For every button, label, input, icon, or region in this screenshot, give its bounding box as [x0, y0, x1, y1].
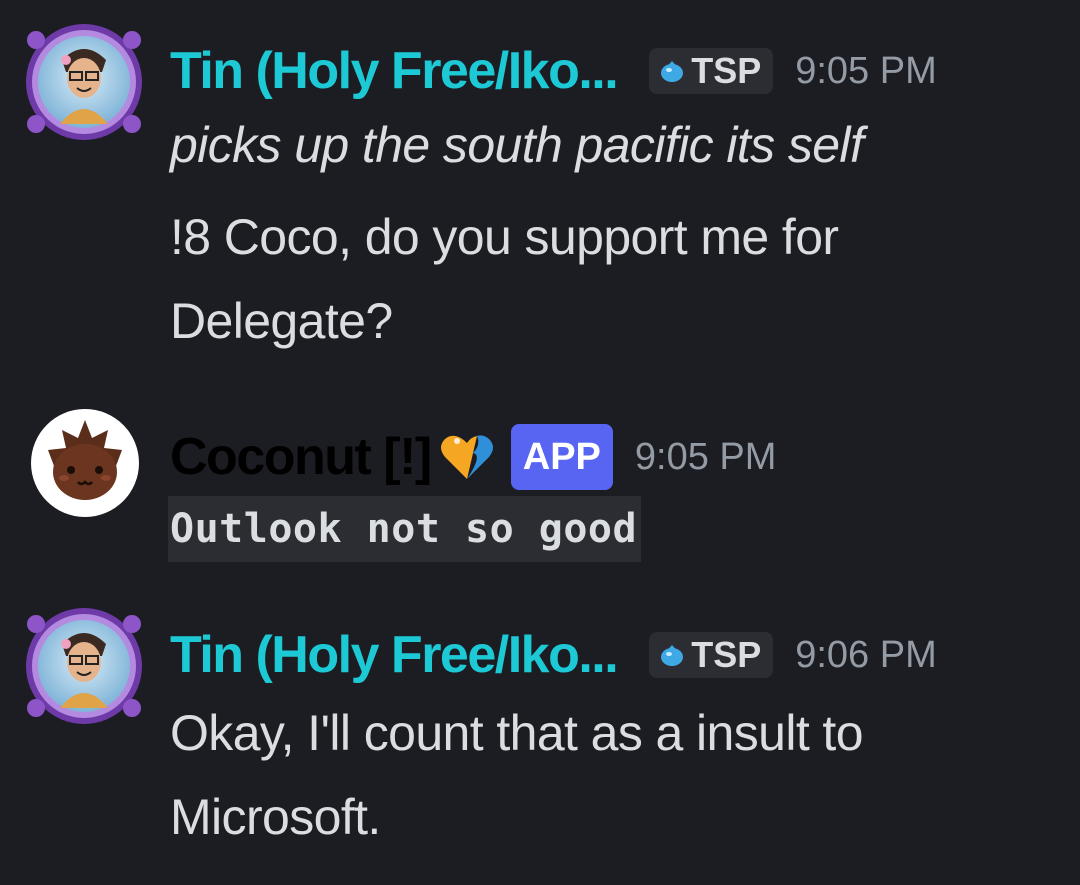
username[interactable]: Tin (Holy Free/Iko... — [170, 41, 619, 101]
coconut-avatar-icon — [31, 409, 139, 517]
app-badge: APP — [510, 424, 613, 490]
chat-message-list: Tin (Holy Free/Iko... TSP 9:05 PM picks … — [0, 0, 1080, 885]
timestamp[interactable]: 9:06 PM — [795, 634, 937, 677]
message-header: Tin (Holy Free/Iko... TSP 9:05 PM — [170, 36, 937, 106]
user-avatar[interactable] — [22, 604, 146, 728]
message-header: Tin (Holy Free/Iko... TSP 9:06 PM — [170, 620, 937, 690]
server-tag[interactable]: TSP — [649, 632, 774, 678]
user-avatar-tin-icon — [26, 24, 142, 140]
orange-blue-heart-icon — [440, 435, 493, 479]
server-tag-label: TSP — [691, 50, 762, 91]
water-drop-icon — [661, 645, 684, 666]
username[interactable]: Tin (Holy Free/Iko... — [170, 625, 619, 685]
server-tag-label: TSP — [691, 634, 762, 675]
message-text: Okay, I'll count that as a insult to — [170, 705, 864, 761]
server-tag[interactable]: TSP — [649, 48, 774, 94]
bot-avatar[interactable] — [30, 408, 140, 518]
message-text: Delegate? — [170, 293, 393, 349]
code-block: Outlook not so good — [168, 496, 642, 562]
message-text: !8 Coco, do you support me for — [170, 209, 839, 265]
message-text: picks up the south pacific its self — [170, 117, 864, 173]
message-text: Microsoft. — [170, 789, 381, 845]
user-avatar-tin-icon — [26, 608, 142, 724]
timestamp[interactable]: 9:05 PM — [795, 50, 937, 93]
username[interactable]: Coconut [!] — [170, 427, 432, 487]
water-drop-icon — [661, 61, 684, 82]
user-avatar[interactable] — [22, 20, 146, 144]
message-header: Coconut [!] APP 9:05 PM — [170, 422, 776, 492]
timestamp[interactable]: 9:05 PM — [635, 436, 777, 479]
